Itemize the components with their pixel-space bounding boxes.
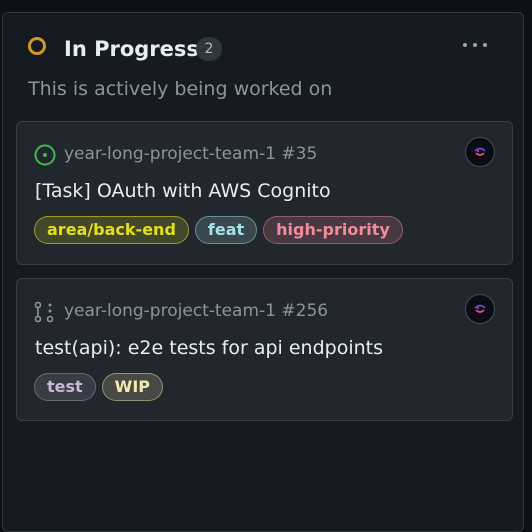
column-menu-button[interactable] [459, 37, 495, 53]
label-feat[interactable]: feat [194, 216, 258, 244]
label-wip[interactable]: WIP [101, 373, 163, 401]
card-title[interactable]: [Task] OAuth with AWS Cognito [35, 178, 331, 204]
label-high-priority[interactable]: high-priority [263, 216, 403, 244]
draft-pull-request-icon [34, 301, 54, 323]
more-options-icon [463, 43, 467, 47]
more-options-icon-dot [473, 43, 477, 47]
column-title: In Progress [64, 37, 199, 61]
item-count-badge: 2 [196, 37, 222, 61]
project-column: In Progress 2 This is actively being wor… [2, 12, 524, 532]
more-options-icon-dot [483, 43, 487, 47]
column-header: In Progress 2 This is actively being wor… [3, 13, 523, 113]
assignee-avatar[interactable] [465, 137, 495, 167]
column-description: This is actively being worked on [28, 78, 333, 100]
card-repo-reference[interactable]: year-long-project-team-1 #256 [64, 299, 328, 323]
status-in-progress-icon [28, 37, 46, 55]
issue-card[interactable]: year-long-project-team-1 #35 [Task] OAut… [16, 121, 513, 265]
assignee-avatar[interactable] [465, 294, 495, 324]
pull-request-card[interactable]: year-long-project-team-1 #256 test(api):… [16, 278, 513, 421]
issue-open-icon [34, 144, 56, 166]
avatar-image [474, 147, 486, 156]
card-repo-reference[interactable]: year-long-project-team-1 #35 [64, 142, 317, 166]
label-area-back-end[interactable]: area/back-end [34, 216, 189, 244]
label-list: test WIP [34, 373, 163, 403]
label-test[interactable]: test [34, 373, 96, 401]
avatar-image [474, 304, 486, 313]
label-list: area/back-end feat high-priority [34, 216, 403, 246]
card-title[interactable]: test(api): e2e tests for api endpoints [35, 335, 383, 361]
